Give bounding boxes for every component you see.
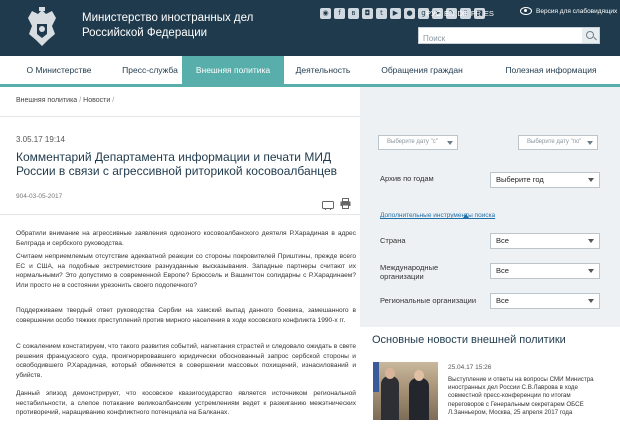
chevron-down-icon: [588, 239, 594, 243]
lang-es[interactable]: ES: [484, 8, 494, 19]
nav-item-useful-info[interactable]: Полезная информация: [482, 56, 620, 84]
breadcrumb-item-foreign-policy[interactable]: Внешняя политика: [16, 97, 77, 104]
country-value: Все: [496, 236, 509, 245]
date-from-placeholder: Выберите дату "с": [387, 139, 438, 145]
nav-item-foreign-policy[interactable]: Внешняя политика: [182, 56, 284, 84]
article-paragraph: С сожалением констатируем, что такого ра…: [16, 343, 356, 379]
archive-label: Архив по годам: [380, 174, 434, 183]
vk-icon[interactable]: в: [348, 8, 359, 19]
nav-item-activity[interactable]: Деятельность: [284, 56, 362, 84]
facebook-icon[interactable]: f: [334, 8, 345, 19]
video-icon[interactable]: [322, 197, 334, 211]
nav-item-ministry[interactable]: О Министерстве: [0, 56, 118, 84]
article-number: 904-03-05-2017: [16, 193, 63, 200]
article-paragraph: Обратили внимание на агрессивные заявлен…: [16, 230, 356, 247]
regional-orgs-select[interactable]: Все: [490, 293, 600, 309]
advanced-search-link[interactable]: Дополнительные инструменты поиска: [380, 212, 495, 219]
news-section-heading: Основные новости внешней политики: [372, 334, 566, 346]
archive-year-select[interactable]: Выберите год: [490, 172, 600, 188]
lang-de[interactable]: DE: [457, 8, 467, 19]
chevron-down-icon: [588, 269, 594, 273]
intl-orgs-value: Все: [496, 266, 509, 275]
nav-item-press[interactable]: Пресс-служба: [118, 56, 182, 84]
eye-icon: [520, 7, 532, 15]
nav-item-citizen-appeals[interactable]: Обращения граждан: [362, 56, 482, 84]
chevron-down-icon: [447, 141, 453, 145]
breadcrumb-separator: /: [112, 97, 115, 104]
divider: [0, 116, 360, 117]
divider: [0, 214, 360, 215]
article-paragraph: Поддерживаем твердый ответ руководства С…: [16, 307, 356, 324]
chevron-up-icon[interactable]: [463, 214, 469, 218]
lang-ru[interactable]: РУС: [426, 8, 441, 19]
news-photo[interactable]: [373, 362, 438, 420]
article-paragraph: Считаем неприемлемым отсутствие адекватн…: [16, 253, 356, 289]
search-icon[interactable]: [582, 28, 599, 43]
chevron-down-icon: [588, 299, 594, 303]
filter-sidebar: [360, 87, 620, 327]
ministry-title[interactable]: Министерство иностранных дел Российской …: [82, 11, 302, 41]
news-item-link[interactable]: Выступление и ответы на вопросы СМИ Мини…: [448, 376, 608, 417]
search-input[interactable]: [419, 31, 579, 46]
language-switcher: РУС EN DE FR ES: [426, 8, 494, 19]
print-icon[interactable]: [340, 196, 351, 209]
breadcrumb: Внешняя политика / Новости /: [16, 97, 116, 104]
intl-orgs-label: Международные организации: [380, 263, 439, 281]
chevron-down-icon: [587, 141, 593, 145]
date-from-select[interactable]: Выберите дату "с": [378, 135, 458, 150]
archive-year-value: Выберите год: [496, 175, 544, 184]
chevron-down-icon: [588, 178, 594, 182]
lang-fr[interactable]: FR: [471, 8, 481, 19]
rss-icon[interactable]: ◉: [320, 8, 331, 19]
regional-orgs-label: Региональные организации: [380, 296, 477, 305]
flickr-icon[interactable]: ●: [404, 8, 415, 19]
regional-orgs-value: Все: [496, 296, 509, 305]
date-to-select[interactable]: Выберите дату "по": [518, 135, 598, 150]
twitter-icon[interactable]: t: [376, 8, 387, 19]
news-date: 25.04.17 15:26: [448, 364, 492, 371]
breadcrumb-item-news[interactable]: Новости: [83, 97, 110, 104]
ministry-title-line2: Российской Федерации: [82, 27, 208, 39]
country-label: Страна: [380, 236, 406, 245]
accessibility-label: Версия для слабовидящих: [536, 7, 618, 15]
search-box: [418, 27, 600, 46]
country-select[interactable]: Все: [490, 233, 600, 249]
accessibility-link[interactable]: Версия для слабовидящих: [520, 7, 617, 15]
ministry-title-line1: Министерство иностранных дел: [82, 12, 254, 24]
article-title: Комментарий Департамента информации и пе…: [16, 150, 338, 178]
article-paragraph: Данный эпизод демонстрирует, что косовск…: [16, 390, 356, 416]
intl-orgs-select[interactable]: Все: [490, 263, 600, 279]
article-date: 3.05.17 19:14: [16, 135, 65, 144]
lang-en[interactable]: EN: [444, 8, 454, 19]
date-to-placeholder: Выберите дату "по": [527, 139, 582, 145]
coat-of-arms-icon[interactable]: [22, 6, 62, 50]
main-nav: О Министерстве Пресс-служба Внешняя поли…: [0, 56, 620, 87]
site-header: Министерство иностранных дел Российской …: [0, 0, 620, 56]
youtube-icon[interactable]: ▶: [390, 8, 401, 19]
instagram-icon[interactable]: ◘: [362, 8, 373, 19]
breadcrumb-separator: /: [79, 97, 82, 104]
